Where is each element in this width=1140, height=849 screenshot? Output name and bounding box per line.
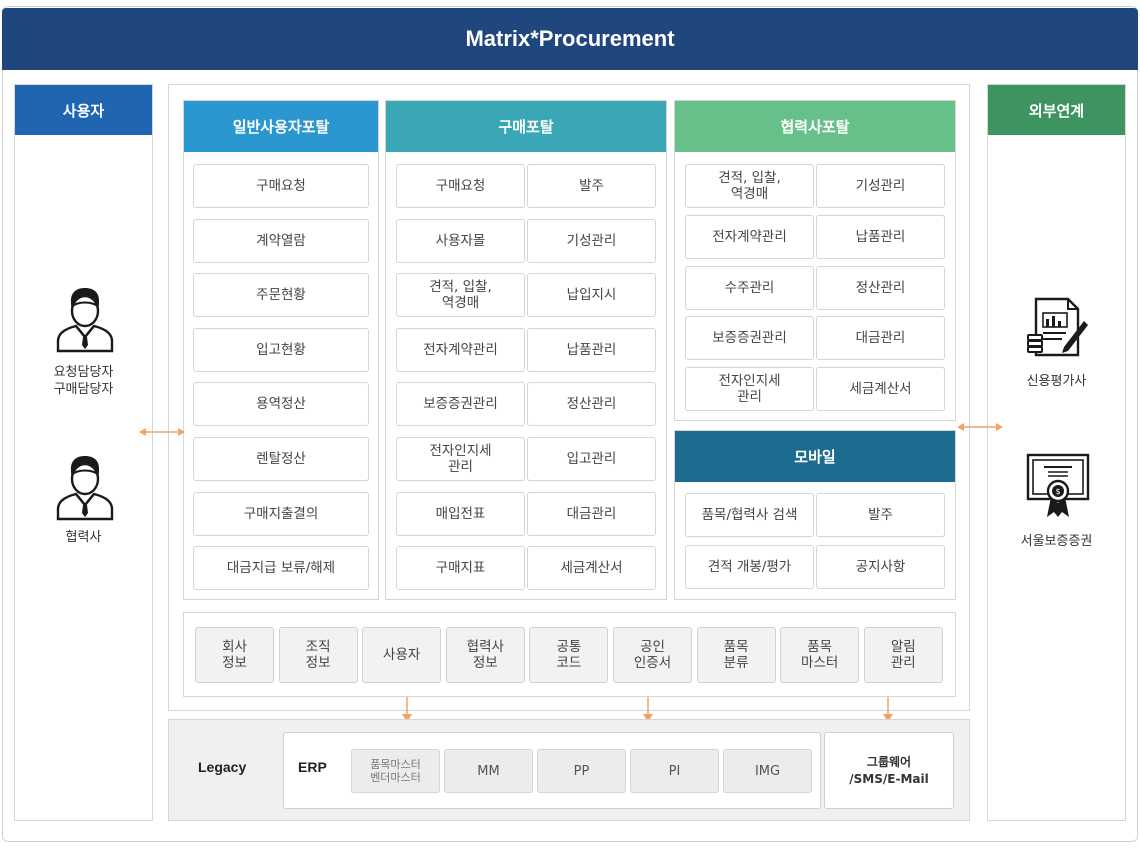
partner-portal-item[interactable]: 대금관리 (816, 316, 945, 361)
purchase-portal-header: 구매포탈 (386, 101, 666, 152)
common-info-item[interactable]: 공통 코드 (529, 627, 609, 683)
purchase-portal-item[interactable]: 입고관리 (527, 437, 656, 481)
general-portal-item[interactable]: 용역정산 (193, 382, 369, 427)
external-header: 외부연계 (988, 85, 1125, 135)
erp-module-pp[interactable]: PP (537, 749, 626, 793)
common-info-item[interactable]: 조직 정보 (278, 627, 358, 683)
common-info-item[interactable]: 공인 인증서 (613, 627, 692, 683)
general-portal-item[interactable]: 구매요청 (193, 164, 369, 208)
purchase-portal-item[interactable]: 구매지표 (396, 546, 525, 591)
legacy-label: Legacy (198, 759, 247, 775)
general-portal-header: 일반사용자포탈 (184, 101, 378, 152)
partner-portal-item[interactable]: 정산관리 (816, 265, 945, 310)
general-portal-item[interactable]: 계약열람 (193, 218, 369, 263)
erp-module-pi[interactable]: PI (630, 749, 719, 793)
common-info-item[interactable]: 품목 마스터 (780, 627, 860, 683)
partner-portal-item[interactable]: 보증증권관리 (685, 316, 814, 361)
purchase-portal-item[interactable]: 기성관리 (527, 218, 656, 263)
partner-portal-item[interactable]: 수주관리 (685, 265, 814, 310)
erp-module-img[interactable]: IMG (723, 749, 812, 793)
general-portal-item[interactable]: 주문현황 (193, 273, 369, 318)
partner-portal-item[interactable]: 전자인지세 관리 (685, 367, 814, 412)
users-panel: 사용자 요청담당자 구매담당자 협력사 (14, 84, 153, 821)
purchase-portal-item[interactable]: 견적, 입찰, 역경매 (396, 273, 525, 318)
common-info-item[interactable]: 회사 정보 (195, 627, 274, 683)
purchase-portal-item[interactable]: 보증증권관리 (396, 382, 525, 427)
person-icon (56, 288, 114, 353)
erp-module-master[interactable]: 품목마스터 벤더마스터 (351, 749, 440, 793)
users-header: 사용자 (15, 85, 152, 135)
users-arrow (139, 428, 185, 436)
common-info-item[interactable]: 사용자 (362, 627, 442, 683)
partner-portal-item[interactable]: 납품관리 (816, 214, 945, 259)
general-portal-item[interactable]: 렌탈정산 (193, 437, 369, 481)
external-label-guarantee: 서울보증증권 (1020, 534, 1093, 549)
common-info-item[interactable]: 알림 관리 (863, 627, 943, 683)
purchase-portal-item[interactable]: 납품관리 (527, 327, 656, 372)
purchase-portal-item[interactable]: 납입지시 (527, 273, 656, 318)
user-group-label-partner: 협력사 (65, 530, 102, 545)
page-title: Matrix*Procurement (2, 8, 1138, 70)
purchase-portal-item[interactable]: 사용자몰 (396, 218, 525, 263)
purchase-portal-item[interactable]: 전자인지세 관리 (396, 437, 525, 481)
mobile-item[interactable]: 견적 개봉/평가 (685, 545, 814, 589)
purchase-portal-item[interactable]: 대금관리 (527, 491, 656, 536)
svg-text:$: $ (1055, 487, 1060, 496)
general-portal-item[interactable]: 입고현황 (193, 327, 369, 372)
erp-label: ERP (298, 759, 327, 775)
general-portal-item[interactable]: 대금지급 보류/해제 (193, 546, 369, 591)
purchase-portal-item[interactable]: 세금계산서 (527, 546, 656, 591)
purchase-portal-item[interactable]: 구매요청 (396, 164, 525, 208)
erp-module-mm[interactable]: MM (444, 749, 533, 793)
common-info-item[interactable]: 품목 분류 (696, 627, 776, 683)
partner-portal-header: 협력사포탈 (675, 101, 955, 152)
partner-portal-item[interactable]: 전자계약관리 (685, 214, 814, 259)
mobile-item[interactable]: 품목/협력사 검색 (685, 493, 814, 537)
partner-portal-item[interactable]: 세금계산서 (816, 367, 945, 412)
partner-portal-item[interactable]: 기성관리 (816, 164, 945, 208)
general-portal-item[interactable]: 구매지출결의 (193, 491, 369, 536)
report-pen-icon (1027, 297, 1088, 357)
purchase-portal-item[interactable]: 전자계약관리 (396, 327, 525, 372)
groupware-box[interactable]: 그룹웨어 /SMS/E-Mail (824, 732, 954, 809)
partner-portal-item[interactable]: 견적, 입찰, 역경매 (685, 164, 814, 208)
purchase-portal-item[interactable]: 매입전표 (396, 491, 525, 536)
external-panel: 외부연계 신용평가사 $ 서울보증증권 (987, 84, 1126, 821)
external-arrow (957, 423, 1003, 431)
certificate-icon: $ (1026, 453, 1090, 517)
external-label-credit: 신용평가사 (1026, 374, 1087, 389)
mobile-item[interactable]: 공지사항 (816, 545, 945, 589)
person-icon (56, 456, 114, 521)
mobile-portal-header: 모바일 (675, 431, 955, 482)
purchase-portal-item[interactable]: 발주 (527, 164, 656, 208)
common-info-item[interactable]: 협력사 정보 (445, 627, 525, 683)
mobile-item[interactable]: 발주 (816, 493, 945, 537)
purchase-portal-item[interactable]: 정산관리 (527, 382, 656, 427)
user-group-label-staff: 요청담당자 구매담당자 (53, 365, 114, 397)
